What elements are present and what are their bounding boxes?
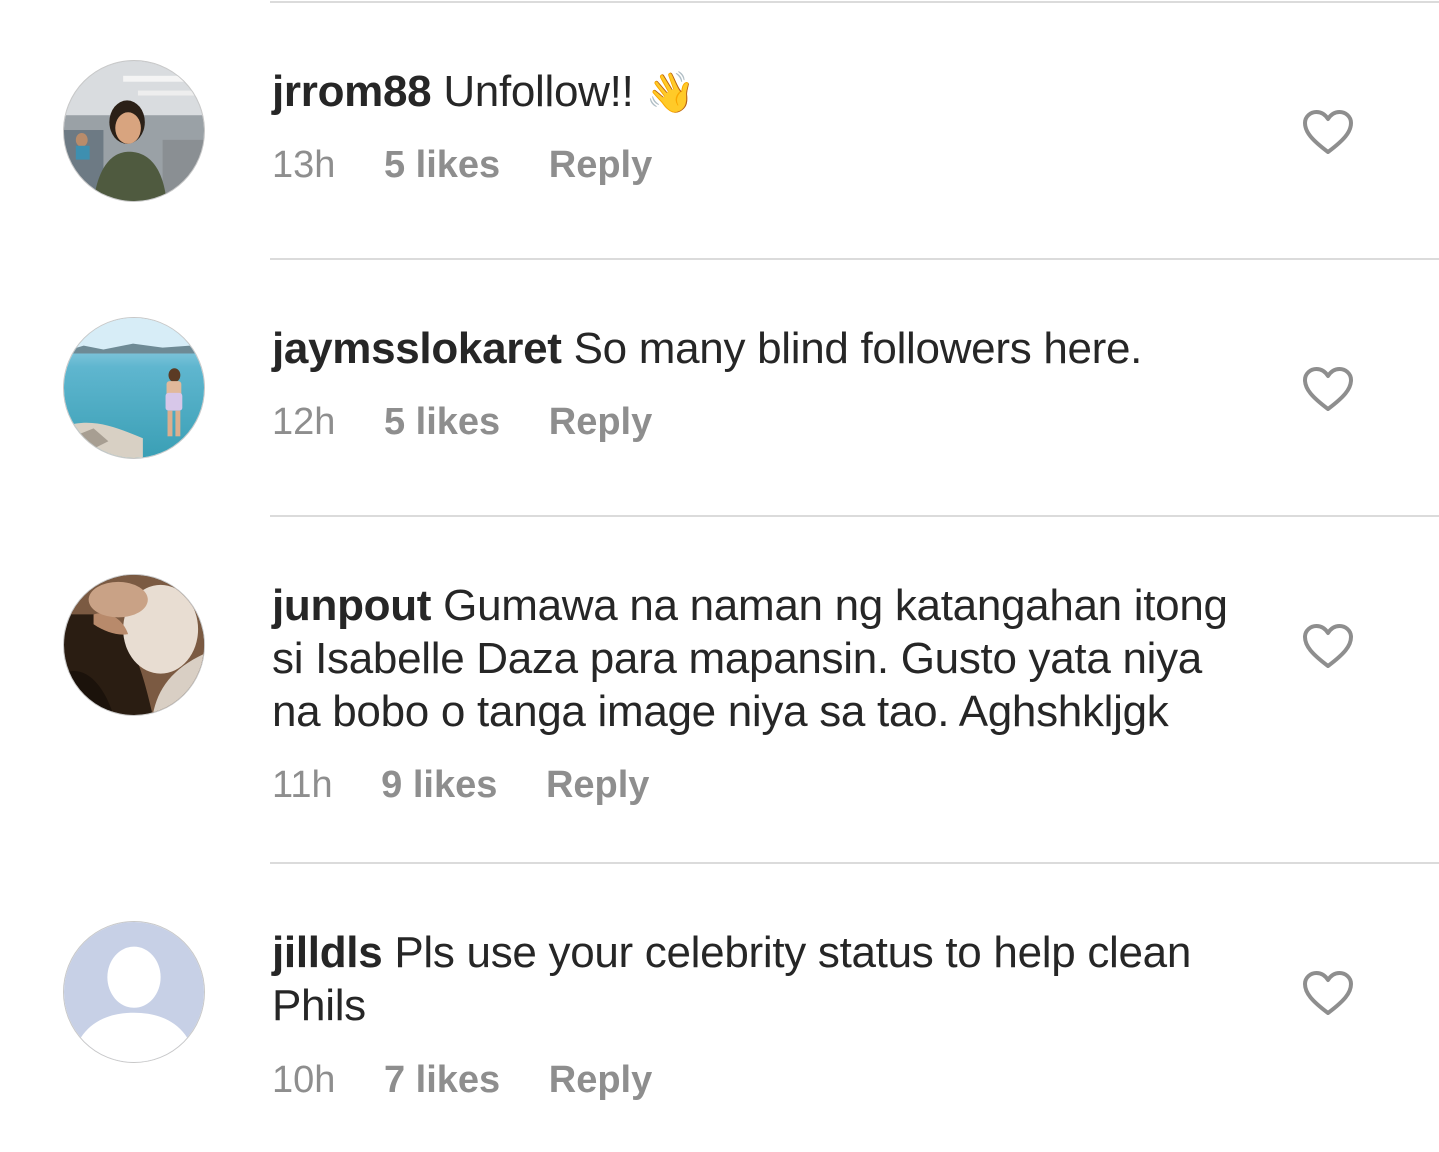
reply-button[interactable]: Reply (549, 1059, 652, 1101)
comment-text: junpout Gumawa na naman ng katangahan ito… (272, 579, 1262, 738)
comment-likes-count[interactable]: 9 likes (381, 764, 497, 806)
default-user-silhouette-icon (64, 922, 204, 1062)
avatar-photo-jaymsslokaret (64, 318, 204, 458)
comment-username[interactable]: jrrom88 (272, 67, 432, 116)
comment-meta: 13h 5 likes Reply (272, 143, 690, 187)
comment-divider (270, 862, 1439, 864)
comment-time: 11h (272, 764, 333, 806)
heart-outline-icon[interactable] (1302, 366, 1354, 412)
heart-outline-icon[interactable] (1302, 623, 1354, 669)
comment-content: Pls use your celebrity status to help cl… (272, 928, 1192, 1030)
comment-content: Unfollow!! (443, 67, 634, 116)
comment-meta: 10h 7 likes Reply (272, 1058, 690, 1102)
comment-text: jrrom88 Unfollow!! 👋 (272, 65, 1262, 120)
waving-hand-emoji: 👋 (645, 71, 695, 115)
avatar[interactable] (63, 317, 205, 459)
comment-divider (270, 1, 1439, 3)
comment-content: So many blind followers here. (573, 324, 1143, 373)
heart-outline-icon[interactable] (1302, 970, 1354, 1016)
heart-outline-icon[interactable] (1302, 109, 1354, 155)
avatar-photo-jrrom88 (64, 61, 204, 201)
avatar[interactable] (63, 574, 205, 716)
avatar-photo-junpout (64, 575, 204, 715)
comment-divider (270, 515, 1439, 517)
comment-username[interactable]: junpout (272, 581, 431, 630)
comment-meta: 11h 9 likes Reply (272, 763, 687, 807)
comment-time: 13h (272, 144, 336, 186)
comment-divider (270, 258, 1439, 260)
reply-button[interactable]: Reply (549, 144, 652, 186)
comment-time: 12h (272, 401, 336, 443)
avatar[interactable] (63, 921, 205, 1063)
comment-username[interactable]: jaymsslokaret (272, 324, 562, 373)
comment-text: jaymsslokaret So many blind followers her… (272, 322, 1262, 375)
comment-username[interactable]: jilldls (272, 928, 383, 977)
comment-likes-count[interactable]: 7 likes (384, 1059, 500, 1101)
comment-likes-count[interactable]: 5 likes (384, 401, 500, 443)
reply-button[interactable]: Reply (549, 401, 652, 443)
reply-button[interactable]: Reply (546, 764, 649, 806)
comment-likes-count[interactable]: 5 likes (384, 144, 500, 186)
comment-time: 10h (272, 1059, 336, 1101)
comment-meta: 12h 5 likes Reply (272, 400, 690, 444)
comment-text: jilldls Pls use your celebrity status to … (272, 926, 1262, 1032)
avatar[interactable] (63, 60, 205, 202)
